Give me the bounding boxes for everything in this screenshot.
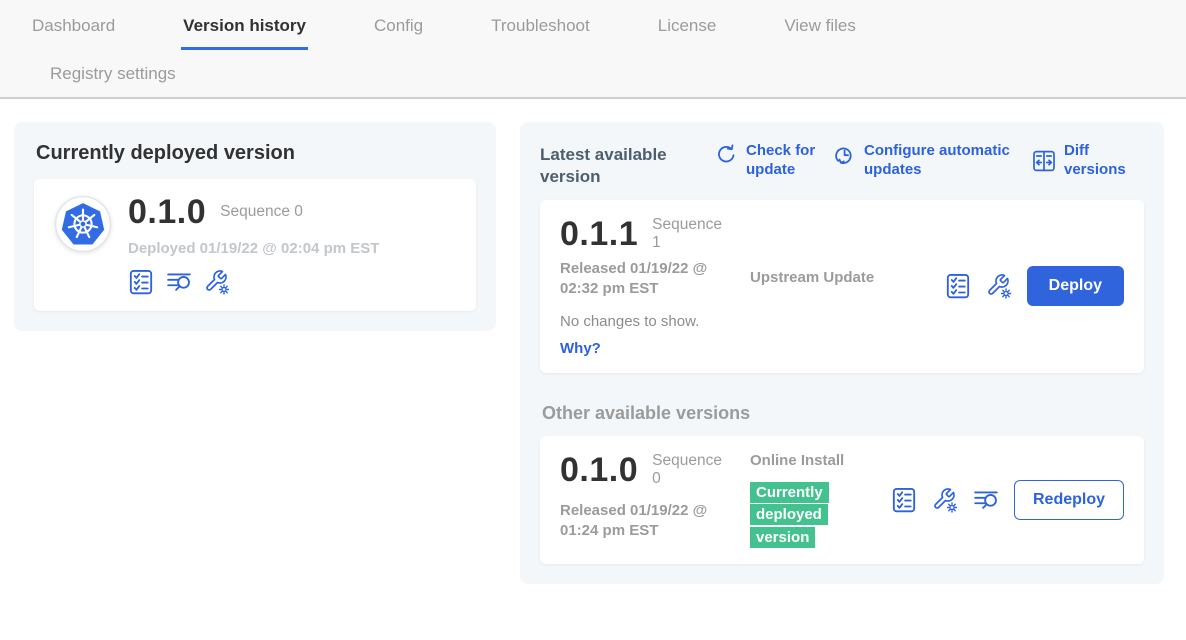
redeploy-button[interactable]: Redeploy [1014,480,1124,520]
refresh-icon [714,143,738,167]
latest-released-timestamp: Released 01/19/22 @ 02:32 pm EST [560,259,746,300]
other-version-info: 0.1.0 Sequence 0 Released 01/19/22 @ 01:… [560,451,750,542]
no-changes-text: No changes to show. [560,313,750,330]
preflight-checks-icon[interactable] [945,273,971,299]
available-versions-panel: Latest available version Check for updat… [520,122,1164,584]
why-link[interactable]: Why? [560,340,601,357]
tab-troubleshoot[interactable]: Troubleshoot [489,15,592,50]
latest-version-number: 0.1.1 [560,215,638,253]
diff-versions-label: Diff versions [1064,142,1144,180]
available-versions-header: Latest available version Check for updat… [540,142,1144,188]
tab-config[interactable]: Config [372,15,425,50]
main-content: Currently deployed version [0,99,1186,584]
deploy-logs-icon[interactable] [166,269,192,295]
latest-version-info: 0.1.1 Sequence 1 Released 01/19/22 @ 02:… [560,215,750,358]
deployed-version-info: 0.1.0 Sequence 0 Deployed 01/19/22 @ 02:… [128,193,379,295]
deployed-version-card: 0.1.0 Sequence 0 Deployed 01/19/22 @ 02:… [34,179,476,311]
check-for-update-link[interactable]: Check for update [714,142,832,180]
other-sequence-label: Sequence 0 [652,452,726,488]
currently-deployed-panel: Currently deployed version [14,122,496,331]
currently-deployed-title: Currently deployed version [36,142,476,165]
other-version-actions: Redeploy [891,480,1124,520]
deployed-version-number: 0.1.0 [128,193,206,231]
latest-source-label: Upstream Update [750,215,884,288]
deploy-logs-icon[interactable] [973,487,999,513]
tab-registry-settings[interactable]: Registry settings [48,64,178,94]
app-nav: Dashboard Version history Config Trouble… [0,0,1186,99]
other-version-card: 0.1.0 Sequence 0 Released 01/19/22 @ 01:… [540,436,1144,565]
nav-row-secondary: Registry settings [0,50,1186,97]
currently-deployed-badge: Currently deployed version [750,482,838,550]
edit-config-icon[interactable] [932,487,958,513]
deployed-timestamp: Deployed 01/19/22 @ 02:04 pm EST [128,240,379,257]
latest-version-card: 0.1.1 Sequence 1 Released 01/19/22 @ 02:… [540,200,1144,373]
latest-sequence-label: Sequence 1 [652,216,726,252]
other-source-label: Online Install [750,451,884,471]
other-released-timestamp: Released 01/19/22 @ 01:24 pm EST [560,501,746,542]
tab-version-history[interactable]: Version history [181,15,308,50]
edit-config-icon[interactable] [986,273,1012,299]
preflight-checks-icon[interactable] [128,269,154,295]
tab-view-files[interactable]: View files [782,15,858,50]
schedule-update-icon [832,143,856,167]
other-versions-title: Other available versions [542,403,1144,424]
check-for-update-label: Check for update [746,142,832,180]
diff-versions-link[interactable]: Diff versions [1032,142,1144,180]
kubernetes-logo-icon [54,195,112,253]
configure-automatic-updates-label: Configure automatic updates [864,142,1032,180]
tab-license[interactable]: License [656,15,719,50]
latest-version-actions: Deploy [945,266,1124,306]
deployed-sequence-label: Sequence 0 [220,203,303,221]
preflight-checks-icon[interactable] [891,487,917,513]
version-actions: Check for update Configure automatic upd… [714,142,1144,180]
latest-available-title: Latest available version [540,144,678,188]
nav-row-primary: Dashboard Version history Config Trouble… [0,0,1186,50]
diff-icon [1032,149,1056,173]
tab-dashboard[interactable]: Dashboard [30,15,117,50]
edit-config-icon[interactable] [204,269,230,295]
deploy-button[interactable]: Deploy [1027,266,1124,306]
other-version-number: 0.1.0 [560,451,638,489]
other-source-column: Online Install Currently deployed versio… [750,451,884,550]
configure-automatic-updates-link[interactable]: Configure automatic updates [832,142,1032,180]
